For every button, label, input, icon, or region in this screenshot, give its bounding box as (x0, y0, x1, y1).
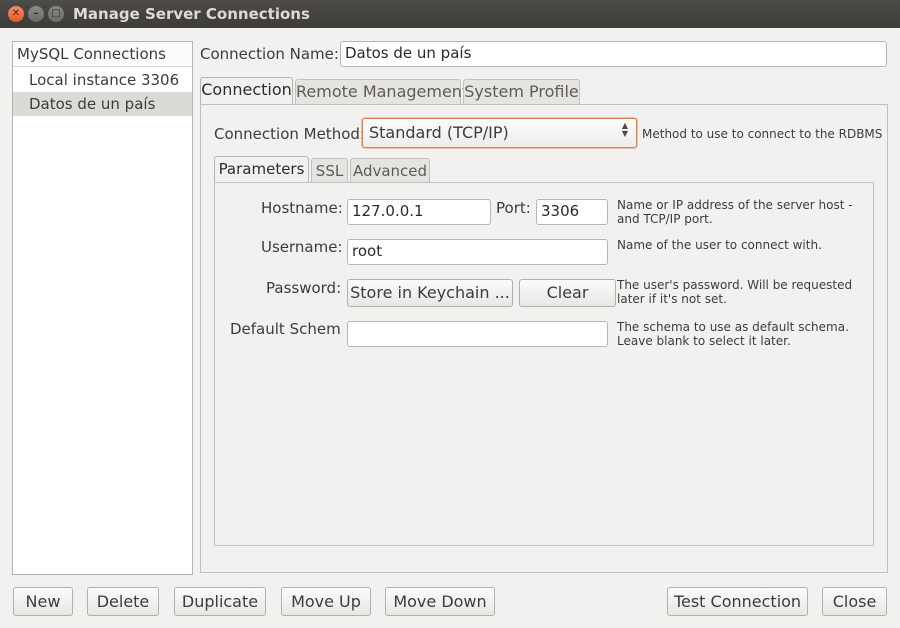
duplicate-connection-button[interactable]: Duplicate (174, 587, 266, 616)
store-in-keychain-button[interactable]: Store in Keychain ... (347, 279, 513, 307)
connection-item-label: Local instance 3306 (29, 71, 180, 89)
connection-item-datos-de-un-pais[interactable]: Datos de un país (13, 92, 192, 116)
connection-method-select[interactable]: Standard (TCP/IP) ▲ ▼ (362, 118, 637, 148)
parameters-tab-panel (214, 182, 874, 546)
subtab-parameters[interactable]: Parameters (214, 156, 309, 183)
port-input[interactable]: 3306 (536, 199, 608, 225)
connection-method-label: Connection Method: (214, 125, 365, 143)
subtab-advanced[interactable]: Advanced (350, 158, 430, 182)
delete-connection-button[interactable]: Delete (87, 587, 159, 616)
port-label: Port: (496, 199, 531, 217)
password-help-line-1: The user's password. Will be requested (617, 278, 853, 292)
subtab-ssl[interactable]: SSL (311, 158, 348, 182)
hostname-input[interactable]: 127.0.0.1 (347, 199, 491, 225)
connections-list[interactable]: MySQL Connections Local instance 3306 Da… (12, 41, 193, 575)
default-schema-help-line-1: The schema to use as default schema. (617, 320, 849, 334)
password-help-line-2: later if it's not set. (617, 292, 727, 306)
new-connection-button[interactable]: New (13, 587, 73, 616)
connection-method-help: Method to use to connect to the RDBMS (642, 127, 883, 141)
title-bar[interactable]: ✕ – □ Manage Server Connections (0, 0, 900, 28)
close-icon[interactable]: ✕ (8, 6, 24, 22)
connection-item-local-instance[interactable]: Local instance 3306 (13, 68, 192, 92)
maximize-icon[interactable]: □ (48, 6, 64, 22)
minimize-icon[interactable]: – (28, 6, 44, 22)
default-schema-help-line-2: Leave blank to select it later. (617, 334, 791, 348)
move-up-button[interactable]: Move Up (281, 587, 371, 616)
close-button[interactable]: Close (822, 587, 887, 616)
tab-system-profile[interactable]: System Profile (463, 79, 580, 104)
test-connection-button[interactable]: Test Connection (667, 587, 808, 616)
connections-list-header: MySQL Connections (13, 42, 192, 67)
tab-connection[interactable]: Connection (200, 77, 293, 105)
username-input[interactable]: root (347, 239, 608, 265)
username-label: Username: (261, 238, 343, 256)
username-help: Name of the user to connect with. (617, 238, 822, 252)
move-down-button[interactable]: Move Down (385, 587, 495, 616)
hostname-label: Hostname: (261, 199, 343, 217)
connection-name-label: Connection Name: (200, 45, 339, 63)
connection-name-input[interactable]: Datos de un país (340, 41, 887, 67)
hostname-help-line-2: and TCP/IP port. (617, 212, 713, 226)
clear-password-button[interactable]: Clear (519, 279, 616, 307)
connection-method-value: Standard (TCP/IP) (369, 123, 509, 142)
tab-remote-management[interactable]: Remote Management (295, 79, 468, 104)
updown-arrows-icon: ▲ ▼ (621, 121, 628, 138)
connection-item-label: Datos de un país (29, 95, 156, 113)
password-label: Password: (266, 279, 342, 297)
window-title: Manage Server Connections (73, 5, 310, 23)
hostname-help-line-1: Name or IP address of the server host - (617, 198, 853, 212)
default-schema-label: Default Schema: (230, 320, 340, 338)
default-schema-input[interactable] (347, 321, 608, 347)
